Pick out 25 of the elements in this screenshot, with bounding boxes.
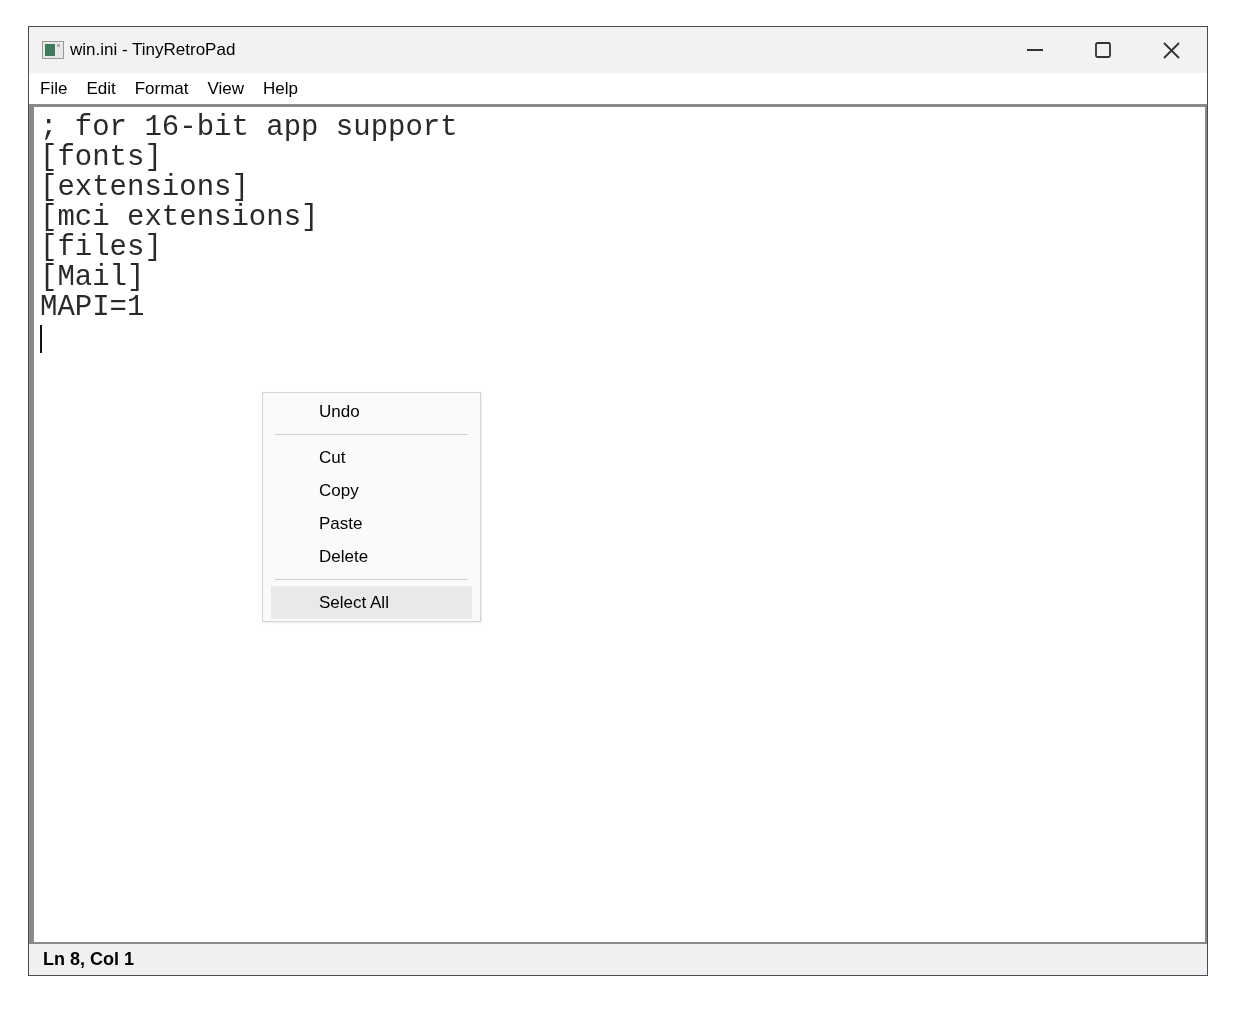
menu-item[interactable]: Edit xyxy=(86,80,116,97)
text-cursor-icon xyxy=(40,325,42,353)
editor-line: [fonts] xyxy=(40,143,162,173)
menu-item[interactable]: File xyxy=(40,80,68,97)
context-menu-item[interactable]: Delete xyxy=(271,540,472,573)
cursor-position: Ln 8, Col 1 xyxy=(43,948,134,971)
menu-item[interactable]: Format xyxy=(134,80,189,97)
context-menu-item[interactable]: Select All xyxy=(271,586,472,619)
maximize-icon xyxy=(1095,42,1111,58)
editor-line: MAPI=1 xyxy=(40,293,146,323)
menu-item[interactable]: View xyxy=(207,80,245,97)
context-menu-item[interactable]: Cut xyxy=(271,441,472,474)
minimize-icon xyxy=(1027,49,1043,51)
editor-line: [extensions] xyxy=(40,173,249,203)
context-menu-item[interactable]: Copy xyxy=(271,474,472,507)
editor-line: [files] xyxy=(40,233,163,263)
window-icon xyxy=(42,41,64,59)
editor-line: [mci extensions] xyxy=(40,203,320,233)
menu-item[interactable]: Help xyxy=(263,80,299,97)
context-menu-item[interactable]: Paste xyxy=(271,507,472,540)
editor-line: ; for 16-bit app support xyxy=(40,113,459,143)
window-title: win.ini - TinyRetroPad xyxy=(70,39,236,62)
context-menu-item[interactable]: Undo xyxy=(271,395,472,428)
close-icon xyxy=(1162,41,1180,59)
editor-line: [Mail] xyxy=(40,263,146,293)
